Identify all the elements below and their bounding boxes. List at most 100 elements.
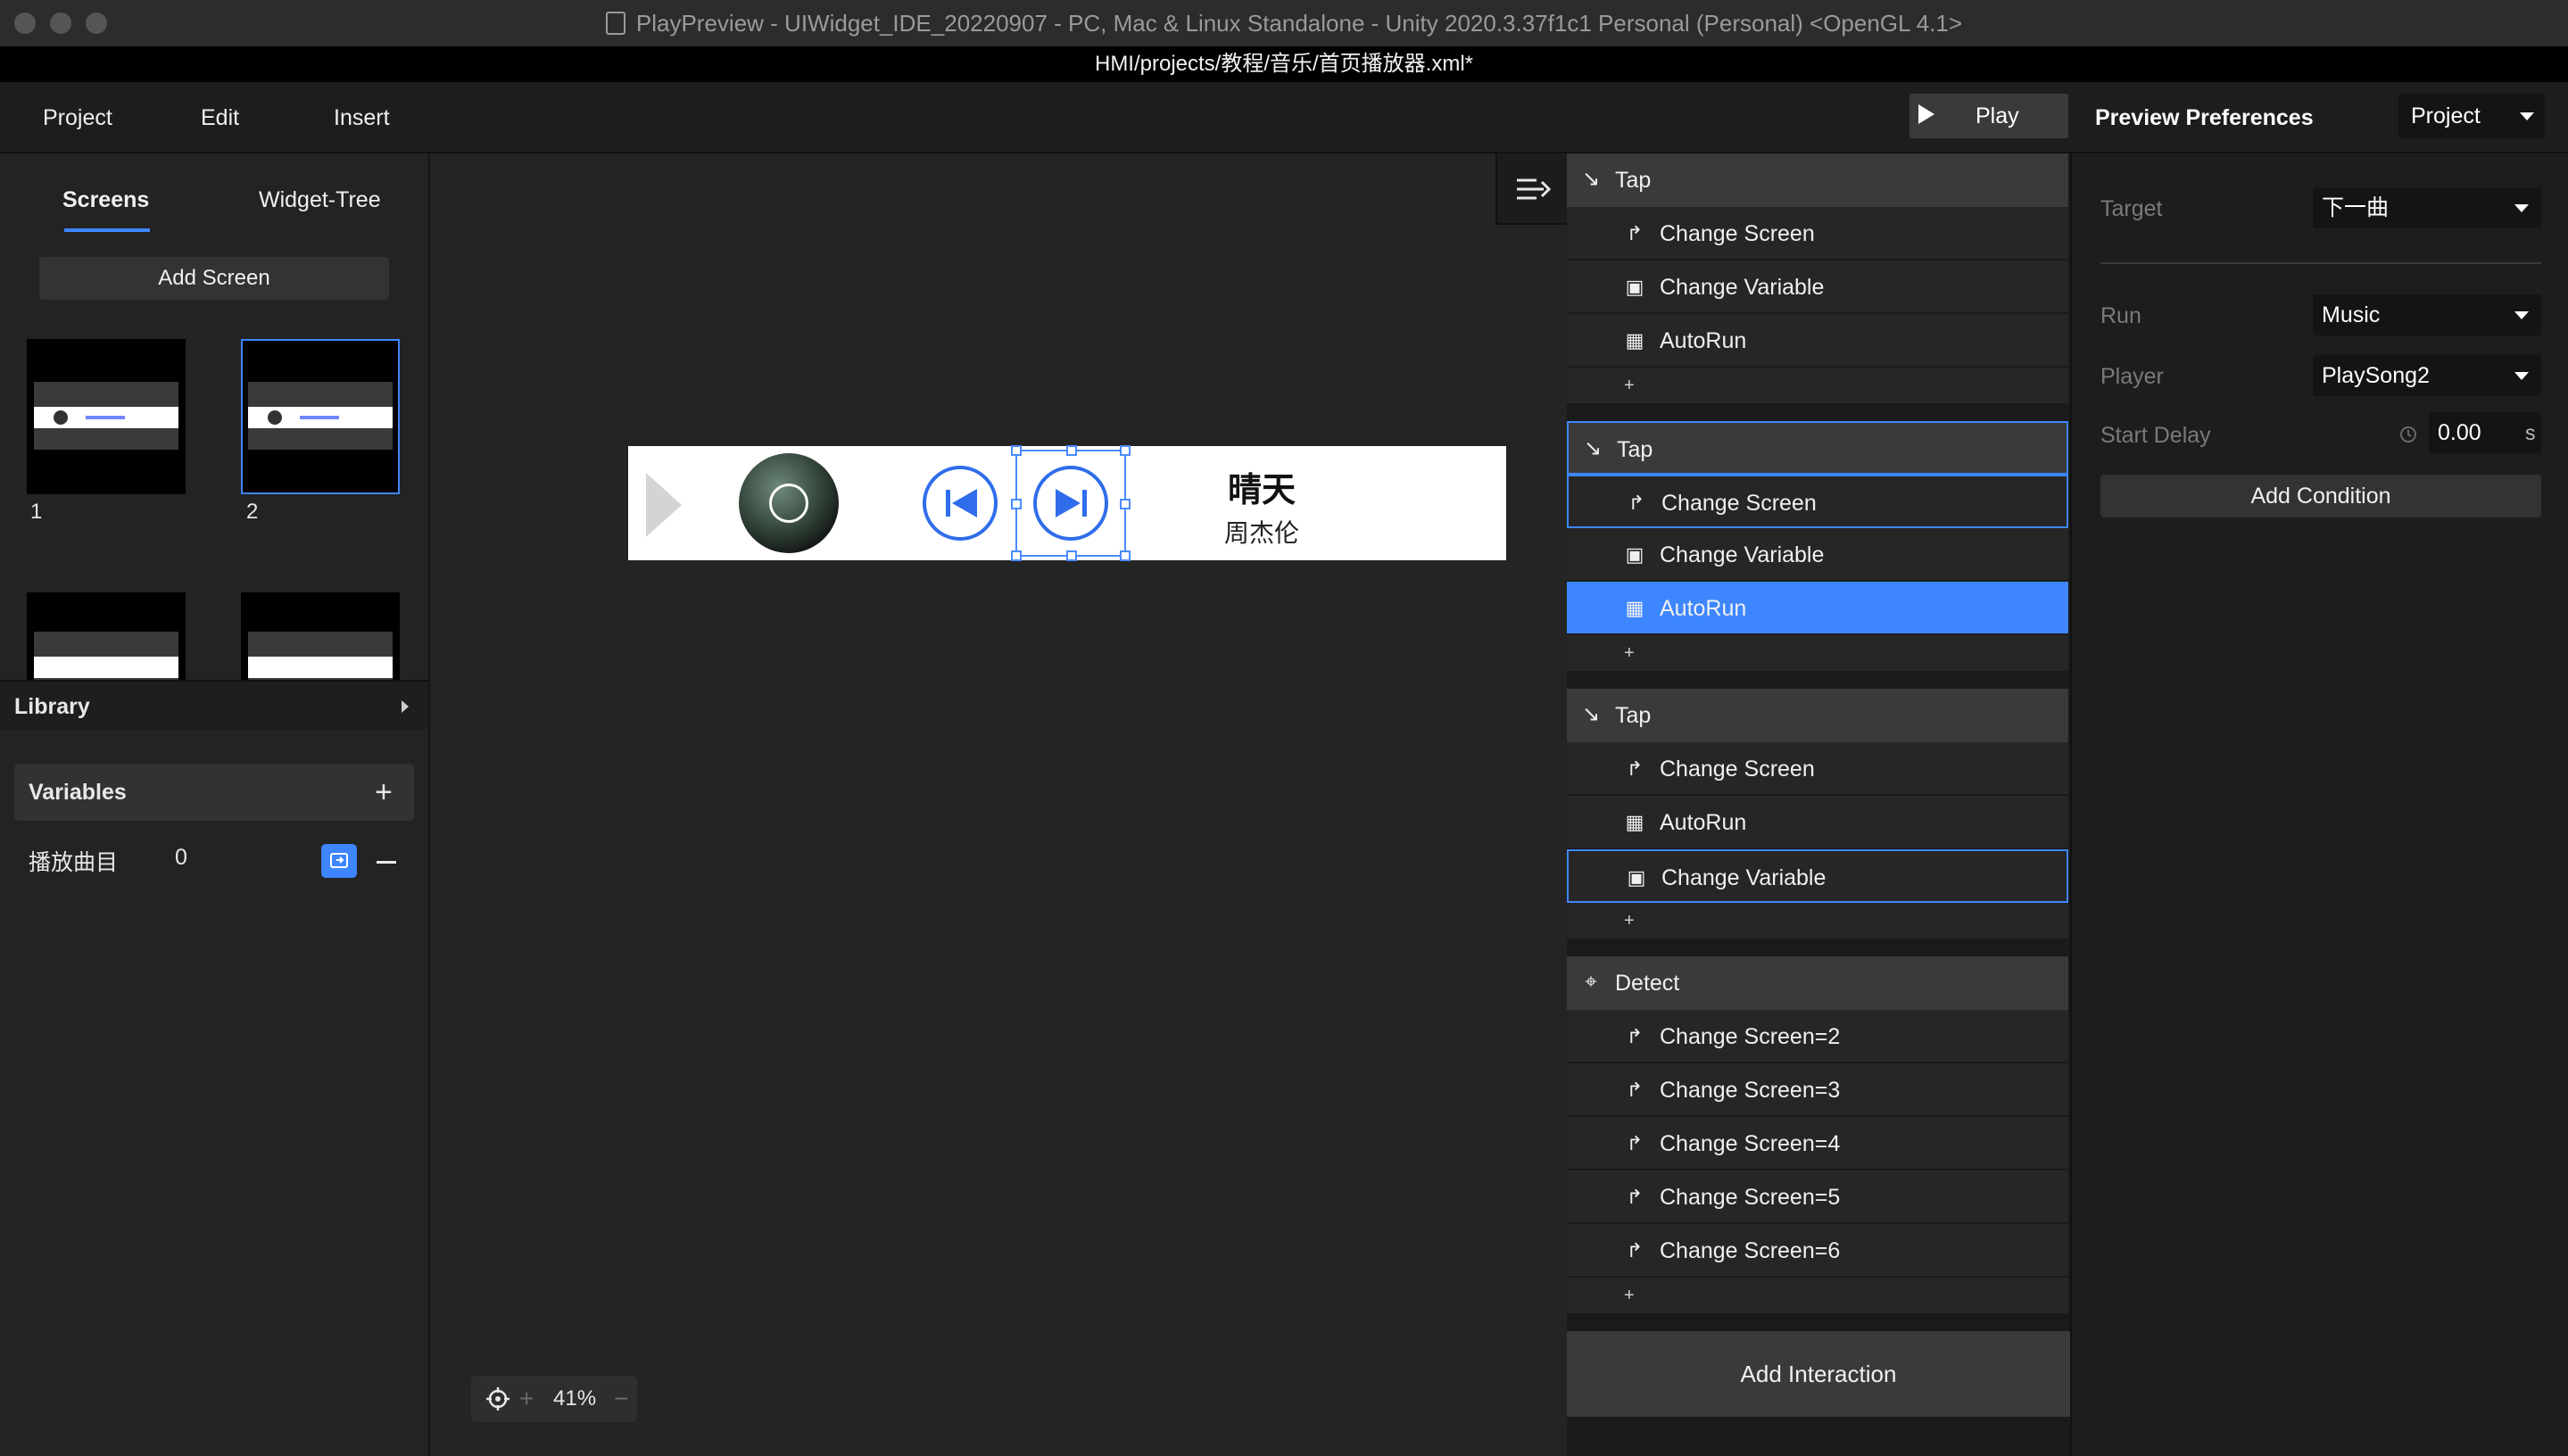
action-label: Change Screen=5 xyxy=(1660,1185,1841,1210)
change-screen-icon: ↱ xyxy=(1626,1186,1644,1208)
player-dropdown[interactable]: PlaySong2 xyxy=(2313,355,2541,396)
resize-handle[interactable] xyxy=(1120,550,1131,561)
resize-handle[interactable] xyxy=(1120,499,1131,509)
interaction-action-row[interactable]: ▦ AutoRun xyxy=(1567,796,2068,849)
run-label: Run xyxy=(2100,303,2141,328)
resize-handle[interactable] xyxy=(1011,445,1022,456)
change-screen-icon: ↱ xyxy=(1626,222,1644,244)
zoom-out-icon[interactable]: − xyxy=(614,1376,628,1422)
add-action-row[interactable]: + xyxy=(1567,368,2068,403)
interaction-action-row[interactable]: ↱ Change Screen=5 xyxy=(1567,1171,2068,1224)
resize-handle[interactable] xyxy=(1066,445,1077,456)
previous-bar xyxy=(946,490,950,517)
target-value: 下一曲 xyxy=(2322,195,2390,220)
resize-handle[interactable] xyxy=(1066,550,1077,561)
screen-thumbnail-1[interactable] xyxy=(27,339,186,494)
interaction-action-row[interactable]: ▣ Change Variable xyxy=(1567,261,2068,314)
action-label: Change Variable xyxy=(1661,865,1827,890)
start-delay-input[interactable]: 0.00 s xyxy=(2429,412,2541,453)
run-dropdown[interactable]: Music xyxy=(2313,294,2541,335)
crosshair-icon[interactable] xyxy=(485,1386,510,1411)
add-interaction-button[interactable]: Add Interaction xyxy=(1567,1331,2070,1417)
change-screen-icon: ↱ xyxy=(1626,1079,1644,1101)
interaction-action-row[interactable]: ↱ Change Screen=2 xyxy=(1567,1010,2068,1063)
song-title[interactable]: 晴天 xyxy=(1181,462,1342,511)
interaction-action-row[interactable]: ↱ Change Screen xyxy=(1567,475,2068,528)
add-variable-plus-icon[interactable]: + xyxy=(375,764,393,821)
menu-project[interactable]: Project xyxy=(43,82,112,153)
action-label: Change Screen xyxy=(1660,221,1815,246)
interaction-action-row[interactable]: ↱ Change Screen=6 xyxy=(1567,1224,2068,1278)
interaction-action-row[interactable]: ↱ Change Screen xyxy=(1567,742,2068,796)
change-screen-icon: ↱ xyxy=(1626,1132,1644,1154)
action-label: Change Screen=4 xyxy=(1660,1131,1841,1156)
target-dropdown[interactable]: 下一曲 xyxy=(2313,187,2541,228)
add-condition-button[interactable]: Add Condition xyxy=(2100,475,2541,517)
album-art[interactable] xyxy=(739,453,839,553)
active-tab-indicator xyxy=(64,228,150,232)
interaction-trigger-tap[interactable]: ↘ Tap xyxy=(1567,421,2068,475)
bind-variable-icon[interactable] xyxy=(321,844,357,878)
screen-thumbnail-2[interactable] xyxy=(241,339,400,494)
remove-variable-icon[interactable] xyxy=(377,861,396,864)
tap-arrow-icon: ↘ xyxy=(1581,702,1601,726)
add-action-row[interactable]: + xyxy=(1567,1278,2068,1313)
interaction-action-row[interactable]: ▦ AutoRun xyxy=(1567,582,2068,635)
interaction-trigger-detect[interactable]: ⌖ Detect xyxy=(1567,956,2068,1010)
collapse-panel-button[interactable] xyxy=(1495,153,1567,225)
project-dropdown[interactable]: Project xyxy=(2398,94,2545,138)
start-delay-label: Start Delay xyxy=(2100,423,2211,448)
change-screen-icon: ↱ xyxy=(1626,1239,1644,1262)
song-artist[interactable]: 周杰伦 xyxy=(1181,514,1342,550)
play-triangle-icon[interactable] xyxy=(646,473,682,537)
add-action-row[interactable]: + xyxy=(1567,903,2068,939)
thumbnail-player-strip xyxy=(248,657,393,678)
interaction-action-row[interactable]: ▣ Change Variable xyxy=(1567,849,2068,903)
add-action-row[interactable]: + xyxy=(1567,635,2068,671)
play-button[interactable]: Play xyxy=(1909,94,2068,138)
resize-handle[interactable] xyxy=(1120,445,1131,456)
thumbnail-controls xyxy=(300,416,339,419)
action-label: Change Screen=2 xyxy=(1660,1024,1841,1049)
zoom-in-icon[interactable]: + xyxy=(519,1376,534,1422)
menu-insert[interactable]: Insert xyxy=(334,82,390,153)
interaction-trigger-tap[interactable]: ↘ Tap xyxy=(1567,153,2068,207)
project-dropdown-value: Project xyxy=(2411,103,2481,128)
tap-arrow-icon: ↘ xyxy=(1581,167,1601,191)
zoom-controls: + 41% − xyxy=(471,1376,637,1422)
play-icon xyxy=(1918,104,1934,124)
screen-thumbnail-4[interactable] xyxy=(241,592,400,680)
interaction-action-row[interactable]: ↱ Change Screen=3 xyxy=(1567,1063,2068,1117)
screen-thumbnail-3[interactable] xyxy=(27,592,186,680)
tap-arrow-icon: ↘ xyxy=(1583,436,1603,460)
action-label: Change Screen xyxy=(1661,491,1817,516)
tab-screens[interactable]: Screens xyxy=(62,187,149,223)
interaction-trigger-tap[interactable]: ↘ Tap xyxy=(1567,689,2068,742)
action-label: AutoRun xyxy=(1660,810,1747,835)
menu-edit[interactable]: Edit xyxy=(201,82,239,153)
player-widget-preview[interactable]: 晴天 周杰伦 xyxy=(628,445,1506,561)
autorun-icon: ▦ xyxy=(1625,597,1644,619)
action-label: Change Screen=6 xyxy=(1660,1238,1841,1263)
library-header[interactable]: Library xyxy=(0,680,428,730)
selection-box[interactable] xyxy=(1011,445,1131,561)
design-canvas[interactable] xyxy=(432,153,1567,1456)
chevron-right-icon xyxy=(402,700,409,713)
interaction-action-row[interactable]: ↱ Change Screen xyxy=(1567,207,2068,261)
action-label: Change Variable xyxy=(1660,542,1825,567)
thumbnail-player-strip xyxy=(34,657,178,678)
resize-handle[interactable] xyxy=(1011,499,1022,509)
left-panel: Screens Widget-Tree Add Screen 1 2 Libra… xyxy=(0,153,430,1456)
chevron-down-icon xyxy=(2520,112,2534,120)
autorun-icon: ▦ xyxy=(1625,329,1644,352)
resize-handle[interactable] xyxy=(1011,550,1022,561)
tab-widget-tree[interactable]: Widget-Tree xyxy=(259,187,381,223)
interaction-action-row[interactable]: ▦ AutoRun xyxy=(1567,314,2068,368)
interaction-action-row[interactable]: ▣ Change Variable xyxy=(1567,528,2068,582)
interactions-panel: ↘ Tap ↱ Change Screen ▣ Change Variable ▦ AutoR… xyxy=(1567,153,2070,1456)
previous-track-icon[interactable] xyxy=(923,466,998,541)
variable-value[interactable]: 0 xyxy=(175,845,187,871)
player-label: Player xyxy=(2100,364,2164,389)
interaction-action-row[interactable]: ↱ Change Screen=4 xyxy=(1567,1117,2068,1171)
add-screen-button[interactable]: Add Screen xyxy=(39,257,389,300)
